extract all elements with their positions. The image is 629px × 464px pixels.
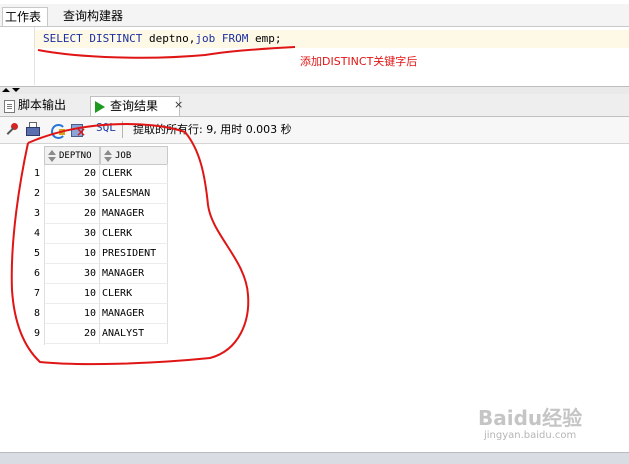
sort-icon[interactable] — [104, 150, 112, 162]
sql-refresh-icon[interactable] — [50, 122, 66, 139]
pin-icon[interactable] — [4, 121, 20, 138]
table-row[interactable]: 7 10 CLERK — [0, 284, 168, 304]
row-number: 5 — [33, 248, 40, 259]
table-row[interactable]: 4 30 CLERK — [0, 224, 168, 244]
sql-keyword-select: SELECT — [43, 32, 83, 45]
row-number: 7 — [33, 288, 40, 299]
cell-job[interactable]: SALESMAN — [100, 184, 168, 204]
cell-deptno[interactable]: 10 — [44, 244, 100, 264]
cell-job[interactable]: CLERK — [100, 284, 168, 304]
table-row[interactable]: 8 10 MANAGER — [0, 304, 168, 324]
cell-job[interactable]: ANALYST — [100, 324, 168, 344]
table-row[interactable]: 9 20 ANALYST — [0, 324, 168, 344]
table-row[interactable]: 6 30 MANAGER — [0, 264, 168, 284]
toolbar-separator — [122, 121, 123, 138]
tab-worksheet[interactable]: 工作表 — [2, 7, 48, 26]
sort-icon[interactable] — [48, 150, 56, 162]
cell-deptno[interactable]: 20 — [44, 164, 100, 184]
watermark-logo: Baidu经验 — [478, 406, 583, 430]
row-number: 6 — [33, 268, 40, 279]
sql-table: emp; — [254, 32, 282, 45]
table-row[interactable]: 5 10 PRESIDENT — [0, 244, 168, 264]
tab-script-output[interactable]: 脚本输出 — [2, 96, 84, 115]
watermark: Baidu经验 jingyan.baidu.com — [470, 400, 620, 445]
cell-job[interactable]: CLERK — [100, 164, 168, 184]
editor-gutter — [0, 27, 35, 85]
cell-job[interactable]: CLERK — [100, 224, 168, 244]
top-tab-bar: 工作表 查询构建器 — [0, 4, 629, 27]
sql-keyword-from: FROM — [221, 32, 249, 45]
print-icon[interactable] — [24, 122, 40, 138]
table-row[interactable]: 1 20 CLERK — [0, 164, 168, 184]
sql-statement[interactable]: SELECT DISTINCT deptno,job FROM emp; — [43, 31, 281, 47]
row-number: 4 — [33, 228, 40, 239]
tab-query-result[interactable]: 查询结果 — [90, 96, 180, 116]
cell-deptno[interactable]: 10 — [44, 284, 100, 304]
sql-keyword-distinct: DISTINCT — [89, 32, 143, 45]
collapse-up-icon[interactable] — [2, 88, 10, 92]
cell-job[interactable]: MANAGER — [100, 264, 168, 284]
row-number: 2 — [33, 188, 40, 199]
watermark-url: jingyan.baidu.com — [484, 430, 577, 441]
table-row[interactable]: 3 20 MANAGER — [0, 204, 168, 224]
output-tab-bar: 脚本输出 查询结果 — [0, 94, 629, 117]
cell-deptno[interactable]: 30 — [44, 224, 100, 244]
cell-deptno[interactable]: 20 — [44, 204, 100, 224]
tab-script-output-label: 脚本输出 — [18, 98, 67, 112]
collapse-down-icon[interactable] — [12, 88, 20, 92]
cell-job[interactable]: PRESIDENT — [100, 244, 168, 264]
row-number: 8 — [33, 308, 40, 319]
grid-divider — [44, 165, 45, 345]
cell-deptno[interactable]: 10 — [44, 304, 100, 324]
sql-keyword-job: job — [195, 32, 216, 45]
bottom-status-bar — [0, 452, 629, 464]
column-header-deptno[interactable]: DEPTNO — [44, 146, 100, 165]
sql-columns: deptno, — [148, 32, 196, 45]
cell-job[interactable]: MANAGER — [100, 204, 168, 224]
tab-query-builder[interactable]: 查询构建器 — [63, 7, 123, 25]
cell-deptno[interactable]: 30 — [44, 184, 100, 204]
row-number: 9 — [33, 328, 40, 339]
cell-job[interactable]: MANAGER — [100, 304, 168, 324]
tab-query-result-label: 查询结果 — [110, 99, 159, 113]
column-header-job[interactable]: JOB — [100, 146, 168, 165]
row-number: 3 — [33, 208, 40, 219]
sql-button[interactable]: SQL — [96, 121, 116, 134]
run-icon — [95, 101, 105, 113]
annotation-note: 添加DISTINCT关键字后 — [300, 55, 418, 68]
fetch-status-text: 提取的所有行: 9, 用时 0.003 秒 — [133, 123, 292, 136]
delete-icon[interactable]: × — [70, 122, 86, 138]
result-toolbar: × — [0, 117, 629, 144]
panel-splitter[interactable] — [0, 86, 629, 94]
document-icon — [4, 100, 15, 113]
row-number: 1 — [33, 168, 40, 179]
table-row[interactable]: 2 30 SALESMAN — [0, 184, 168, 204]
cell-deptno[interactable]: 30 — [44, 264, 100, 284]
cell-deptno[interactable]: 20 — [44, 324, 100, 344]
close-tab-button[interactable]: × — [174, 94, 184, 116]
